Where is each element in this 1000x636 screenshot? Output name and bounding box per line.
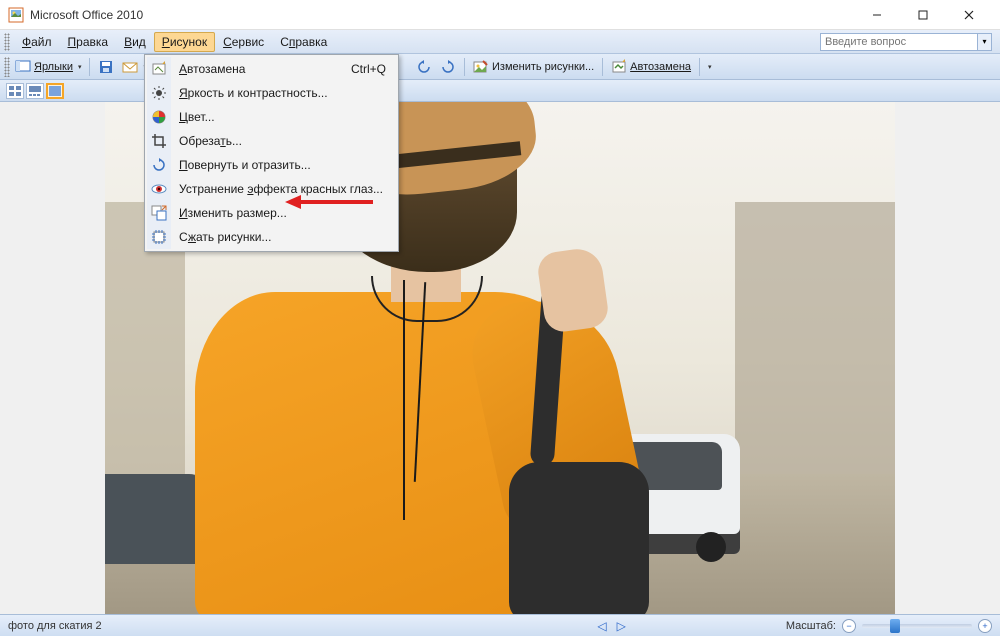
crop-icon: [147, 129, 171, 153]
rotate-icon: [147, 153, 171, 177]
toolbar-grip[interactable]: [4, 33, 10, 51]
menu-item-label: Обрезать...: [171, 134, 396, 148]
zoom-out-button[interactable]: −: [842, 619, 856, 633]
app-icon: [8, 7, 24, 23]
shortcuts-button[interactable]: Ярлыки ▾: [12, 56, 84, 78]
toolbar-overflow[interactable]: ▾: [705, 63, 715, 71]
edit-pictures-button[interactable]: Изменить рисунки...: [470, 56, 597, 78]
rotate-left-icon: [416, 59, 432, 75]
menu-bar: ФайлПравкаВидРисунокСервисСправка ▾: [0, 30, 1000, 54]
compress-icon: [147, 225, 171, 249]
thumbnail-view-button[interactable]: [6, 83, 24, 99]
menu-item-label: Повернуть и отразить...: [171, 158, 396, 172]
prev-image-button[interactable]: ◁: [597, 619, 606, 633]
menu-рисунок[interactable]: Рисунок: [154, 32, 215, 52]
menu-item-label: Цвет...: [171, 110, 396, 124]
zoom-thumb[interactable]: [890, 619, 900, 633]
menu-item-label: Автозамена: [171, 62, 351, 76]
picture-menu-dropdown: АвтозаменаCtrl+Q Яркость и контрастность.…: [144, 54, 399, 252]
save-button[interactable]: [95, 56, 117, 78]
color-icon: [147, 105, 171, 129]
help-search[interactable]: ▾: [820, 33, 992, 51]
zoom-controls: Масштаб: − +: [786, 619, 992, 633]
autoreplace-icon: [147, 57, 171, 81]
status-filename: фото для скатия 2: [8, 620, 597, 632]
filmstrip-view-button[interactable]: [26, 83, 44, 99]
menu-item-rotate[interactable]: Повернуть и отразить...: [147, 153, 396, 177]
menu-shortcut: Ctrl+Q: [351, 62, 396, 76]
menu-item-autoreplace[interactable]: АвтозаменаCtrl+Q: [147, 57, 396, 81]
edit-pictures-label: Изменить рисунки...: [492, 61, 594, 73]
single-view-button[interactable]: [46, 83, 64, 99]
minimize-button[interactable]: [854, 0, 900, 30]
menu-item-compress[interactable]: Сжать рисунки...: [147, 225, 396, 249]
maximize-button[interactable]: [900, 0, 946, 30]
status-navigation: ◁ ▷: [597, 619, 625, 633]
help-input[interactable]: [820, 33, 978, 51]
zoom-slider[interactable]: [862, 624, 972, 628]
window-title: Microsoft Office 2010: [30, 8, 854, 22]
brightness-icon: [147, 81, 171, 105]
resize-icon: [147, 201, 171, 225]
status-bar: фото для скатия 2 ◁ ▷ Масштаб: − +: [0, 614, 1000, 636]
mail-icon: [122, 59, 138, 75]
menu-item-color[interactable]: Цвет...: [147, 105, 396, 129]
shortcuts-label: Ярлыки: [34, 61, 73, 73]
menu-item-brightness[interactable]: Яркость и контрастность...: [147, 81, 396, 105]
menu-файл[interactable]: Файл: [14, 32, 60, 52]
menu-вид[interactable]: Вид: [116, 32, 154, 52]
zoom-label: Масштаб:: [786, 620, 836, 632]
annotation-arrow: [285, 192, 375, 212]
menu-item-label: Яркость и контрастность...: [171, 86, 396, 100]
menu-правка[interactable]: Правка: [60, 32, 117, 52]
close-button[interactable]: [946, 0, 992, 30]
menu-item-crop[interactable]: Обрезать...: [147, 129, 396, 153]
menu-сервис[interactable]: Сервис: [215, 32, 272, 52]
menu-item-label: Сжать рисунки...: [171, 230, 396, 244]
rotate-right-button[interactable]: [437, 56, 459, 78]
rotate-right-icon: [440, 59, 456, 75]
menu-справка[interactable]: Справка: [272, 32, 335, 52]
shortcuts-icon: [15, 59, 31, 75]
edit-pictures-icon: [473, 59, 489, 75]
autocorrect-icon: [611, 59, 627, 75]
toolbar-grip[interactable]: [4, 57, 10, 77]
autocorrect-label: Автозамена: [630, 61, 691, 73]
help-dropdown-button[interactable]: ▾: [978, 33, 992, 51]
rotate-left-button[interactable]: [413, 56, 435, 78]
save-icon: [98, 59, 114, 75]
title-bar: Microsoft Office 2010: [0, 0, 1000, 30]
zoom-in-button[interactable]: +: [978, 619, 992, 633]
redeye-icon: [147, 177, 171, 201]
next-image-button[interactable]: ▷: [617, 619, 626, 633]
autocorrect-button[interactable]: Автозамена: [608, 56, 694, 78]
